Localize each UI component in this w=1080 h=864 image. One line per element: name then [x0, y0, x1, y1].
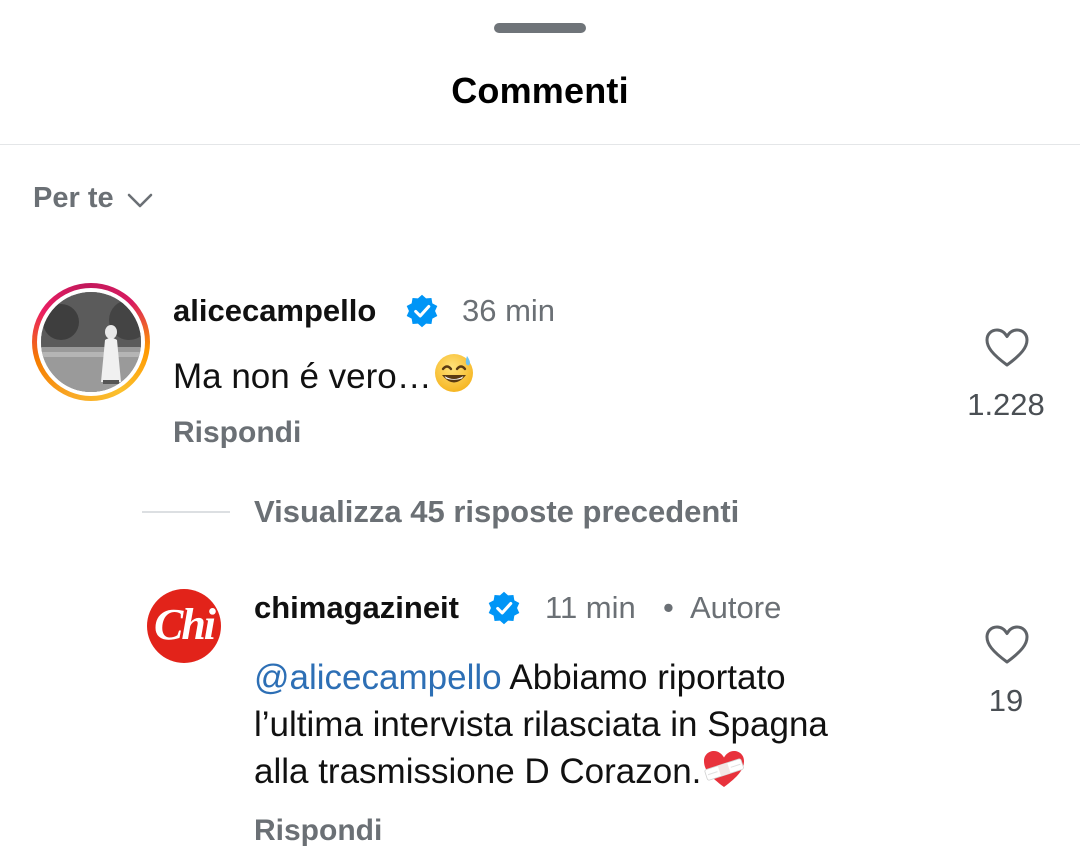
- reply-time: 11 min: [545, 590, 636, 625]
- avatar-photo: [41, 292, 141, 392]
- story-ring-avatar[interactable]: [32, 283, 150, 401]
- comment-time: 36 min: [462, 293, 556, 328]
- author-badge: Autore: [690, 590, 782, 625]
- sheet-title: Commenti: [451, 70, 629, 111]
- reply-text-line2: l’ultima intervista rilasciata in Spagna: [254, 705, 828, 744]
- like-count: 19: [988, 683, 1024, 718]
- separator-dot: •: [663, 590, 674, 625]
- reply-text: @alicecampello Abbiamo riportato l’ultim…: [254, 654, 828, 795]
- comment-username[interactable]: alicecampello: [173, 293, 376, 329]
- verified-badge-icon: [488, 591, 520, 625]
- thread-line: [142, 511, 230, 513]
- mention-link[interactable]: @alicecampello: [254, 658, 502, 697]
- comment-body: Ma non é vero…: [173, 357, 432, 396]
- reply-text-line3: alla trasmissione D Corazon.: [254, 752, 702, 791]
- reply-button[interactable]: Rispondi: [254, 814, 382, 848]
- chi-logo-text: Chi: [153, 600, 216, 649]
- reply-text-line1: Abbiamo riportato: [501, 658, 786, 697]
- header-divider: [0, 144, 1080, 145]
- sweat-smile-emoji-icon: [434, 354, 473, 392]
- comment-text: Ma non é vero…: [173, 350, 476, 400]
- heart-outline-icon[interactable]: [985, 328, 1029, 368]
- avatar: [41, 292, 141, 392]
- chevron-down-icon: [127, 193, 152, 207]
- verified-badge-icon: [406, 294, 438, 328]
- heart-bandage-emoji-icon: [704, 751, 745, 787]
- view-previous-replies-button[interactable]: Visualizza 45 risposte precedenti: [254, 494, 739, 530]
- sort-dropdown[interactable]: Per te: [33, 182, 154, 215]
- reply-username[interactable]: chimagazineit: [254, 590, 459, 626]
- drag-handle[interactable]: [494, 23, 586, 33]
- like-count: 1.228: [967, 387, 1045, 422]
- comments-sheet: Commenti Per te alicecampello 36 min Ma …: [0, 0, 1080, 864]
- avatar[interactable]: Chi: [147, 589, 221, 663]
- sort-label: Per te: [33, 182, 114, 214]
- reply-button[interactable]: Rispondi: [173, 416, 301, 450]
- heart-outline-icon[interactable]: [985, 625, 1029, 665]
